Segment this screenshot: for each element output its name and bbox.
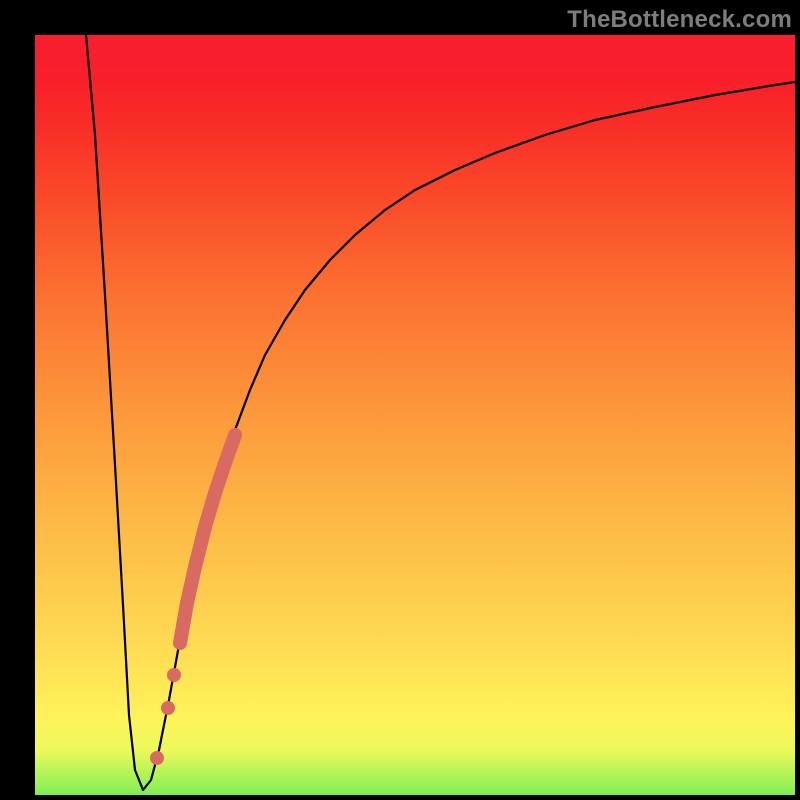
highlight-dot-3	[150, 751, 164, 765]
highlight-dot-2	[161, 701, 175, 715]
plot-area	[35, 35, 795, 795]
main-curve	[86, 35, 795, 790]
chart-svg	[35, 35, 795, 795]
highlight-segment	[180, 435, 235, 643]
chart-frame: TheBottleneck.com	[0, 0, 800, 800]
watermark-text: TheBottleneck.com	[567, 6, 792, 34]
highlight-dot-1	[167, 668, 181, 682]
